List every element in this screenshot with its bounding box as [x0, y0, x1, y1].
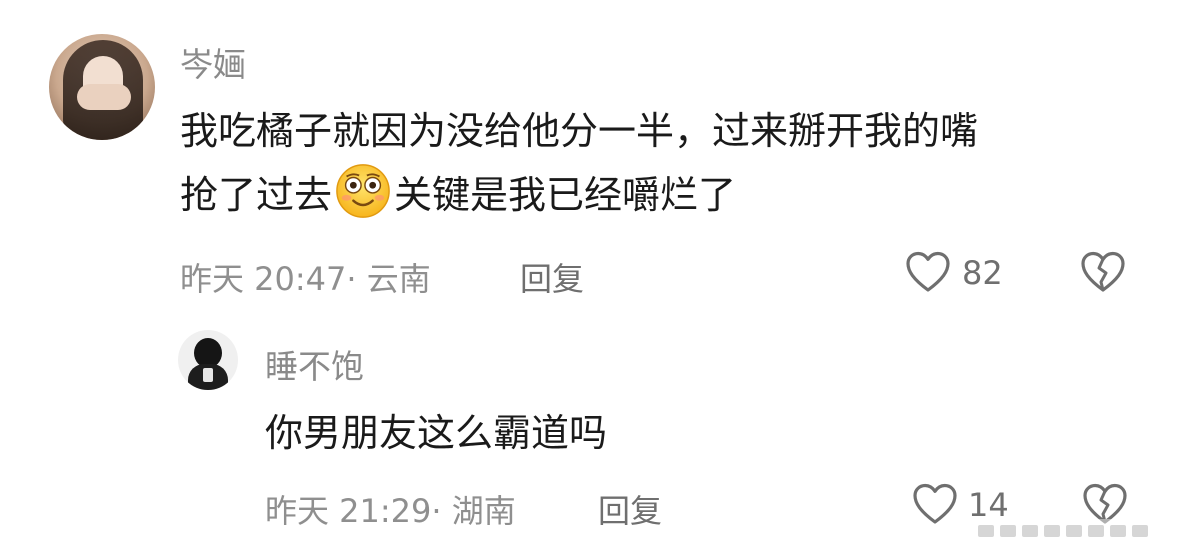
comment-text-line-1: 我吃橘子就因为没给他分一半，过来掰开我的嘴 — [180, 109, 979, 153]
dislike-broken-heart-icon[interactable] — [1080, 251, 1126, 293]
avatar[interactable] — [49, 34, 155, 140]
like-heart-icon[interactable] — [905, 251, 951, 293]
comment-text-segment: 关键是我已经嚼烂了 — [394, 173, 737, 217]
comment-time-location: 昨天 20:47· 云南 — [180, 260, 431, 298]
reply-button[interactable]: 回复 — [520, 254, 584, 300]
comment-text-segment: 抢了过去 — [180, 173, 333, 217]
comment-time-location: 昨天 21:29· 湖南 — [265, 492, 516, 530]
avatar[interactable] — [178, 330, 238, 390]
watermark — [970, 519, 1170, 543]
smiling-face-emoji-icon — [336, 164, 390, 218]
like-count: 82 — [962, 254, 1003, 292]
comment-username[interactable]: 岑婳 — [180, 38, 246, 86]
reply-button[interactable]: 回复 — [598, 486, 662, 532]
avatar-cup — [203, 368, 213, 382]
comment-username[interactable]: 睡不饱 — [265, 340, 364, 388]
comment-text-line-2: 抢了过去 关键是我已经嚼烂了 — [180, 162, 1140, 226]
comment-text: 你男朋友这么霸道吗 — [265, 411, 608, 455]
like-heart-icon[interactable] — [912, 483, 958, 525]
avatar-hand — [77, 84, 131, 110]
comment-text: 我吃橘子就因为没给他分一半，过来掰开我的嘴 抢了过去 关键是我已经嚼烂了 — [180, 100, 1140, 226]
